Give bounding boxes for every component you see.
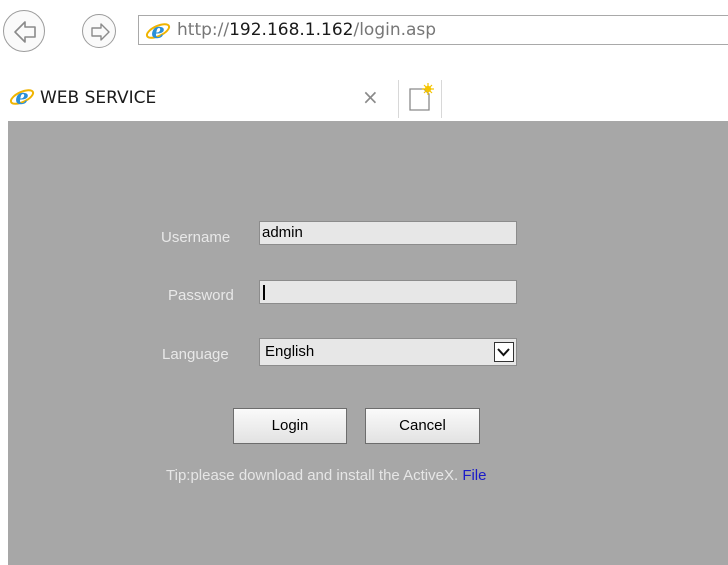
cancel-button[interactable]: Cancel [365, 408, 480, 444]
internet-explorer-icon: e [9, 85, 35, 109]
back-button[interactable] [3, 10, 45, 52]
username-label: Username [161, 229, 231, 246]
back-arrow-icon [14, 21, 36, 43]
close-tab-icon[interactable]: × [362, 87, 379, 107]
chevron-down-icon [497, 348, 510, 357]
address-url: http://192.168.1.162/login.asp [177, 20, 436, 40]
svg-text:e: e [15, 85, 28, 109]
login-page: Username admin Password Language English… [8, 121, 728, 565]
browser-window: e http://192.168.1.162/login.asp e WEB S… [0, 0, 728, 565]
tip-text: Tip:please download and install the Acti… [166, 467, 459, 484]
password-input[interactable] [259, 280, 517, 304]
address-host: 192.168.1.162 [229, 20, 354, 40]
forward-button[interactable] [82, 14, 116, 48]
dropdown-button[interactable] [494, 342, 514, 362]
address-bar[interactable]: e http://192.168.1.162/login.asp [138, 15, 728, 45]
language-label: Language [162, 346, 229, 363]
internet-explorer-icon: e [145, 19, 171, 43]
language-selected-value: English [265, 343, 315, 360]
login-button[interactable]: Login [233, 408, 347, 444]
tab-title: WEB SERVICE [40, 88, 157, 108]
password-label: Password [168, 287, 234, 304]
address-prefix: http:// [177, 20, 230, 40]
activex-tip: Tip:please download and install the Acti… [166, 467, 486, 484]
svg-text:e: e [151, 19, 164, 43]
language-select[interactable]: English [259, 338, 517, 366]
username-input[interactable]: admin [259, 221, 517, 245]
address-path: /login.asp [353, 20, 437, 40]
text-caret [263, 285, 265, 300]
tab-web-service[interactable]: e WEB SERVICE × [0, 77, 392, 121]
activex-file-link[interactable]: File [462, 467, 486, 484]
new-tab-button[interactable] [398, 80, 442, 118]
new-tab-icon [409, 83, 434, 111]
forward-arrow-icon [91, 23, 110, 41]
